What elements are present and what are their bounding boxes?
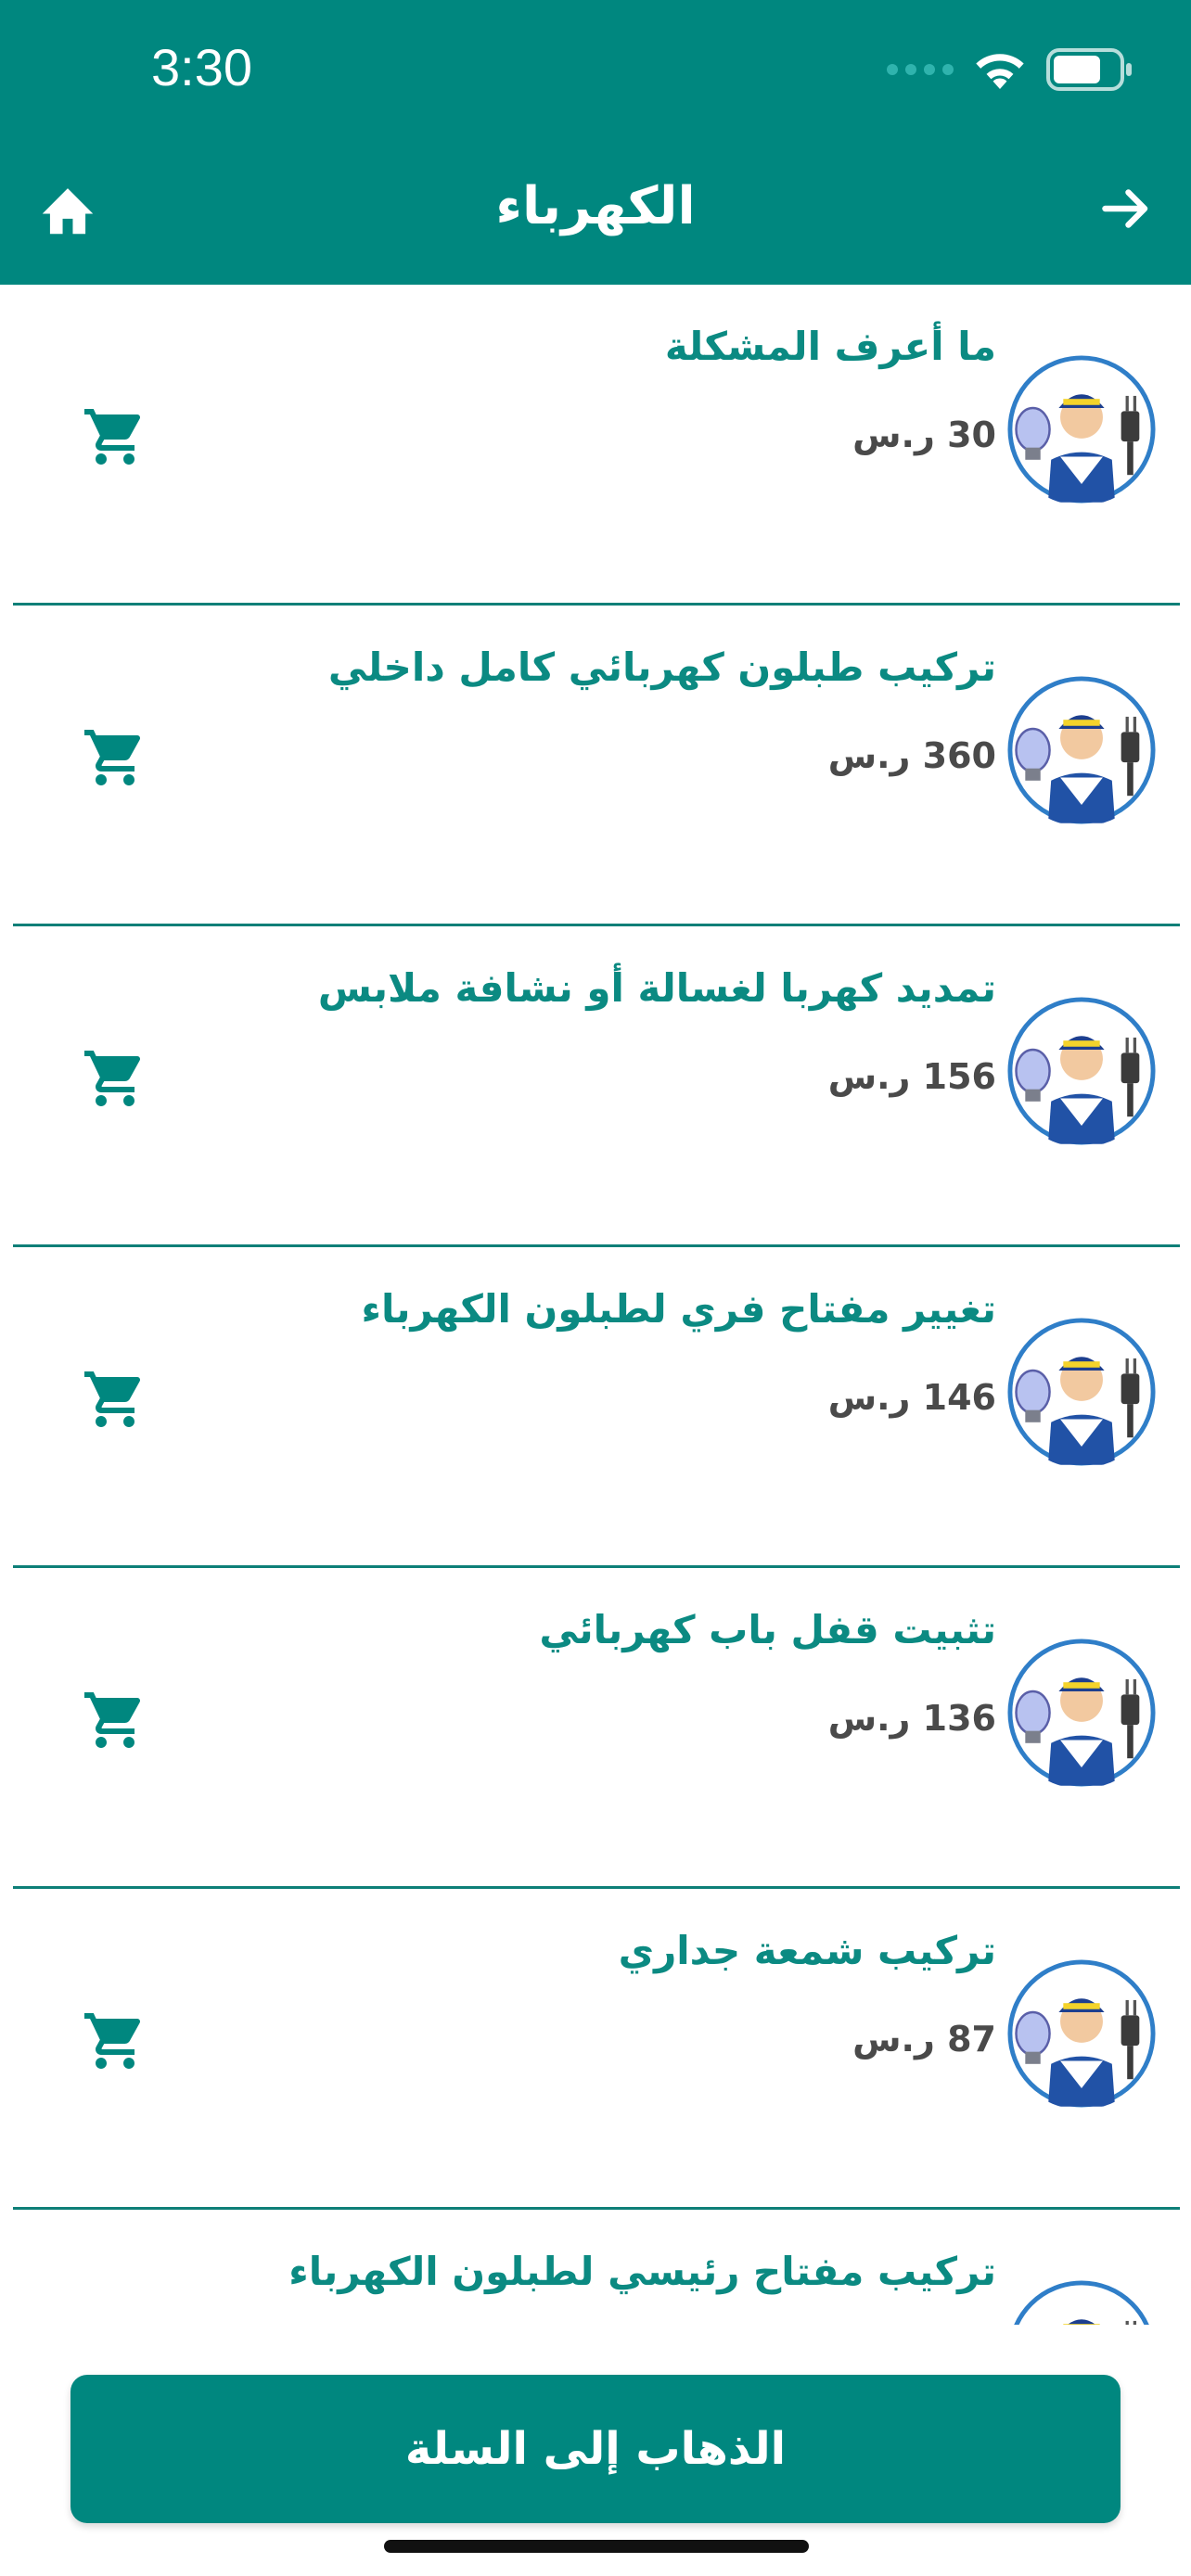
item-price: 360 ر.س [827,735,996,776]
arrow-right-icon [1102,189,1148,228]
go-to-cart-button[interactable]: الذهاب إلى السلة [70,2375,1121,2523]
item-title: تمديد كهربا لغسالة أو نشافة ملابس [317,965,996,1011]
add-to-cart-icon[interactable] [78,1045,152,1112]
status-time: 3:30 [151,38,252,96]
electrician-avatar [1005,1637,1158,1789]
item-title: تثبيت قفل باب كهربائي [539,1607,996,1652]
add-to-cart-icon[interactable] [78,2008,152,2074]
item-title: تركيب طبلون كهربائي كامل داخلي [327,644,996,690]
item-title: ما أعرف المشكلة [664,324,996,369]
add-to-cart-icon[interactable] [78,724,152,791]
item-title: تركيب مفتاح رئيسي لطبلون الكهرباء [288,2249,996,2294]
electrician-avatar [1005,674,1158,826]
page-title: الكهرباء [495,176,696,236]
add-to-cart-icon[interactable] [78,1366,152,1433]
electrician-avatar [1005,995,1158,1147]
list-item[interactable]: ما أعرف المشكلة 30 ر.س [0,285,1191,606]
list-item[interactable]: تركيب شمعة جداري 87 ر.س [0,1889,1191,2210]
item-price: 136 ر.س [827,1698,996,1739]
item-price: 146 ر.س [827,1377,996,1418]
wifi-icon [976,54,1024,89]
item-price: 30 ر.س [852,414,996,455]
item-title: تغيير مفتاح فري لطبلون الكهرباء [361,1286,996,1332]
electrician-avatar [1005,1958,1158,2110]
back-button[interactable] [1098,181,1154,236]
add-to-cart-icon[interactable] [78,403,152,470]
electrician-avatar [1005,1316,1158,1468]
service-list: ما أعرف المشكلة 30 ر.س تركيب طبلون كهربا… [0,285,1191,2325]
cellular-signal-icon [887,64,954,75]
electrician-avatar [1005,2278,1158,2325]
item-title: تركيب شمعة جداري [618,1928,996,1973]
list-item[interactable]: تغيير مفتاح فري لطبلون الكهرباء 146 ر.س [0,1247,1191,1568]
item-price: 87 ر.س [852,2019,996,2060]
list-item[interactable]: تركيب طبلون كهربائي كامل داخلي 360 ر.س [0,606,1191,926]
list-item[interactable]: تركيب مفتاح رئيسي لطبلون الكهرباء [0,2210,1191,2325]
electrician-avatar [1005,353,1158,505]
item-price: 156 ر.س [827,1056,996,1097]
list-item[interactable]: تثبيت قفل باب كهربائي 136 ر.س [0,1568,1191,1889]
app-header: 3:30 الكهرباء [0,0,1191,285]
add-to-cart-icon[interactable] [78,1687,152,1753]
status-icons [887,46,1135,93]
battery-icon [1046,48,1132,91]
home-indicator [384,2540,809,2553]
list-item[interactable]: تمديد كهربا لغسالة أو نشافة ملابس 156 ر.… [0,926,1191,1247]
